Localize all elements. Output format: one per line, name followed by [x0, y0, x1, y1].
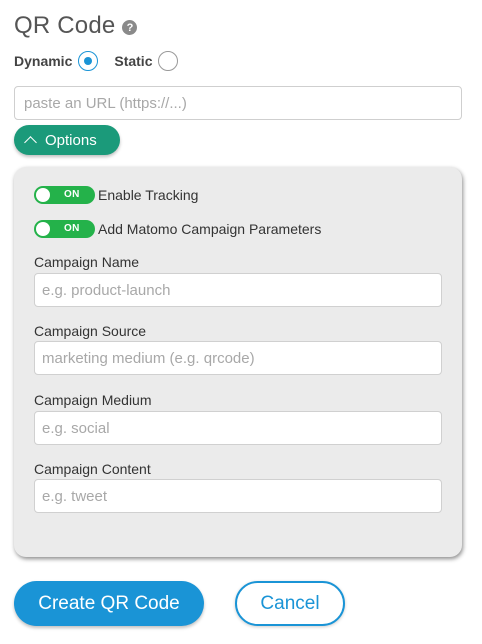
- options-toggle-button[interactable]: Options: [14, 125, 120, 155]
- campaign-content-input[interactable]: [34, 479, 442, 513]
- toggle-state-text: ON: [64, 189, 80, 200]
- toggle-state-text: ON: [64, 223, 80, 234]
- url-input[interactable]: [14, 86, 462, 120]
- enable-tracking-row: ON Enable Tracking: [34, 185, 198, 205]
- static-radio[interactable]: [158, 51, 179, 71]
- campaign-name-label: Campaign Name: [34, 254, 140, 270]
- page-title: QR Code: [14, 12, 116, 39]
- matomo-params-label: Add Matomo Campaign Parameters: [98, 221, 322, 237]
- toggle-knob: [36, 222, 50, 236]
- title-row: QR Code ?: [14, 10, 138, 42]
- campaign-source-input[interactable]: [34, 341, 442, 375]
- campaign-medium-label: Campaign Medium: [34, 392, 152, 408]
- matomo-params-row: ON Add Matomo Campaign Parameters: [34, 219, 321, 239]
- static-option[interactable]: Static: [114, 51, 179, 71]
- campaign-name-input[interactable]: [34, 273, 442, 307]
- chevron-up-icon: [24, 136, 37, 149]
- campaign-medium-input[interactable]: [34, 411, 442, 445]
- cancel-button[interactable]: Cancel: [235, 581, 345, 626]
- dynamic-label[interactable]: Dynamic: [14, 53, 72, 69]
- radio-selected-dot: [84, 57, 93, 65]
- dynamic-radio[interactable]: [78, 51, 99, 71]
- matomo-params-toggle[interactable]: ON: [34, 220, 95, 238]
- options-panel: ON Enable Tracking ON Add Matomo Campaig…: [14, 167, 462, 557]
- enable-tracking-label: Enable Tracking: [98, 187, 199, 203]
- options-label: Options: [45, 131, 97, 149]
- question-circle-icon[interactable]: ?: [122, 20, 138, 35]
- qr-type-selector: Dynamic Static: [14, 50, 179, 72]
- campaign-source-label: Campaign Source: [34, 323, 147, 339]
- static-label[interactable]: Static: [114, 53, 152, 69]
- enable-tracking-toggle[interactable]: ON: [34, 186, 95, 204]
- toggle-knob: [36, 188, 50, 202]
- campaign-content-label: Campaign Content: [34, 461, 151, 477]
- dynamic-option[interactable]: Dynamic: [14, 51, 99, 71]
- create-qr-code-button[interactable]: Create QR Code: [14, 581, 204, 626]
